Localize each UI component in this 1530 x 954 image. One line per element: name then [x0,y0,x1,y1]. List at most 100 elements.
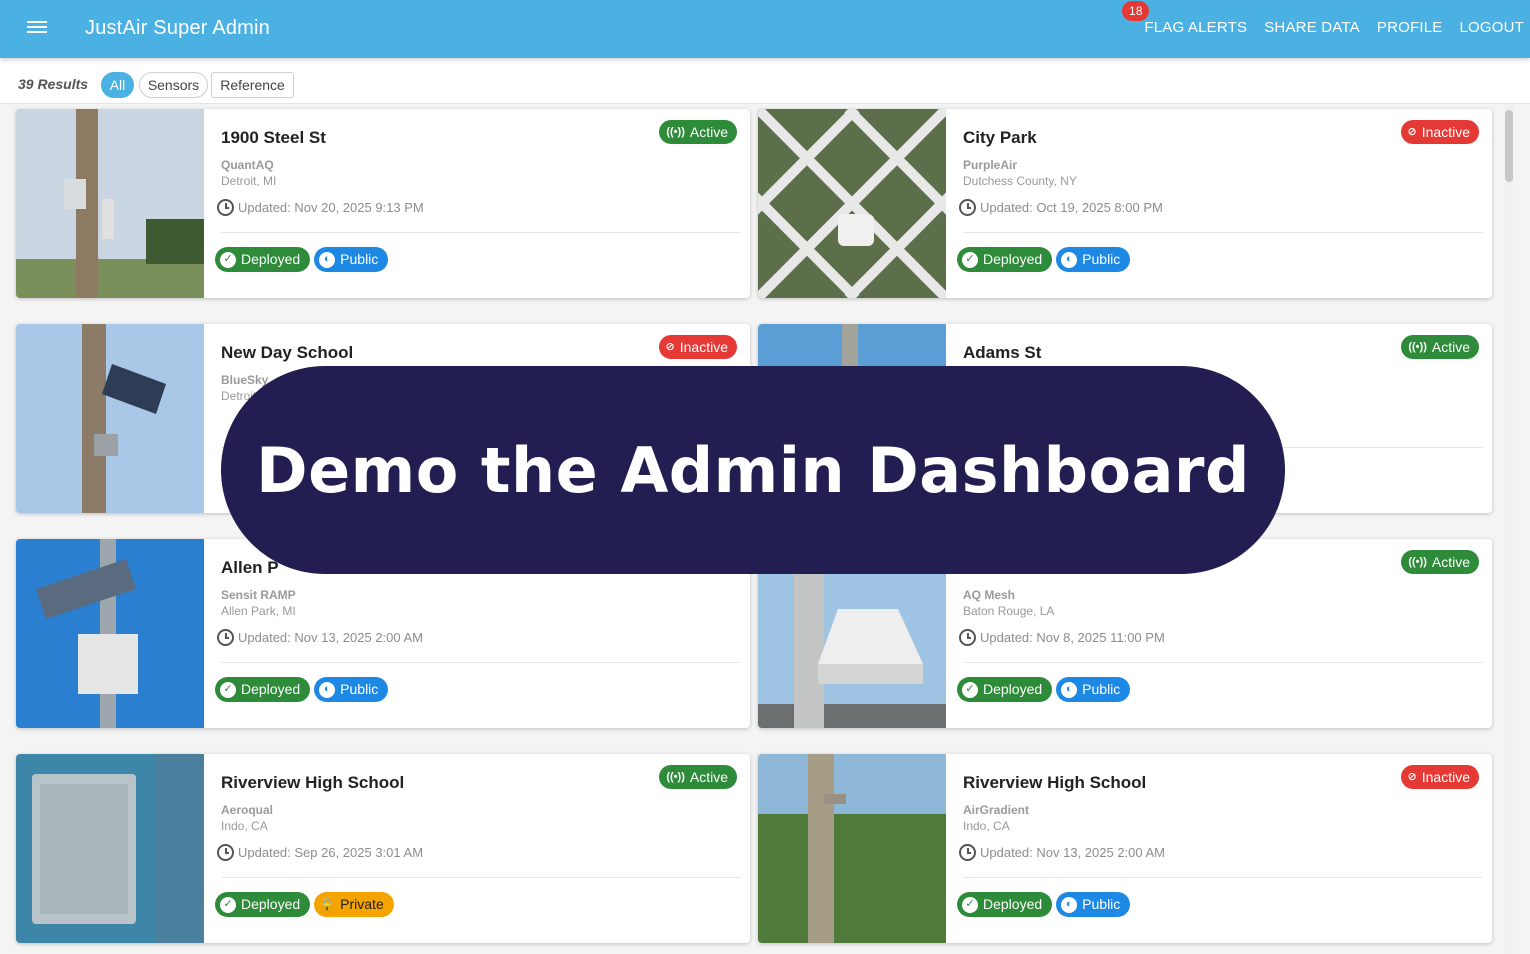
sensor-vendor: BlueSky [221,373,269,387]
results-count: 39 Results [18,76,89,92]
top-nav: 18 FLAG ALERTS SHARE DATA PROFILE LOGOUT [1122,1,1524,36]
sensor-card[interactable]: Riverview High School AirGradient Indo, … [758,754,1492,943]
updated-text: Updated: Oct 19, 2025 8:00 PM [980,200,1163,215]
card-chips: ✓ Deployed ◐ Public [957,892,1131,917]
signal-icon: ((•)) [666,771,685,783]
sensor-photo [16,539,204,728]
sensor-location: Indo, CA [221,819,268,833]
sensor-vendor: PurpleAir [963,158,1018,172]
filter-sensors-chip[interactable]: Sensors [139,72,208,98]
sensor-card[interactable]: Riverview High School Aeroqual Indo, CA … [16,754,750,943]
sensor-card[interactable]: 1900 Steel St QuantAQ Detroit, MI Update… [16,109,750,298]
deployed-chip: ✓ Deployed [957,677,1053,702]
updated-row: Updated: Nov 13, 2025 2:00 AM [959,844,1165,861]
updated-row: Updated: Nov 8, 2025 11:00 PM [959,629,1165,646]
sensor-photo [16,109,204,298]
demo-banner: Demo the Admin Dashboard [221,366,1285,574]
status-badge: ((•)) Active [659,120,737,144]
public-chip: ◐ Public [314,677,389,702]
no-signal-icon: ⊘ [1407,771,1417,783]
menu-icon[interactable] [27,18,51,40]
sensor-location: Dutchess County, NY [963,174,1077,188]
deployed-chip: ✓ Deployed [215,677,311,702]
divider [221,232,741,233]
globe-icon: ◐ [1061,896,1078,913]
filter-all-chip[interactable]: All [101,72,134,98]
check-circle-icon: ✓ [962,681,978,698]
demo-banner-text: Demo the Admin Dashboard [256,433,1250,507]
updated-text: Updated: Nov 8, 2025 11:00 PM [980,630,1165,645]
public-chip: ◐ Public [314,247,389,272]
signal-icon: ((•)) [1408,341,1427,353]
no-signal-icon: ⊘ [1407,126,1417,138]
divider [963,232,1483,233]
nav-logout[interactable]: LOGOUT [1459,19,1524,36]
sensor-photo [16,324,204,513]
nav-flag-alerts[interactable]: 18 FLAG ALERTS [1122,1,1247,36]
app-bar: JustAir Super Admin 18 FLAG ALERTS SHARE … [0,0,1530,58]
public-chip: ◐ Public [1056,247,1131,272]
no-signal-icon: ⊘ [665,341,675,353]
sensor-name: Adams St [963,343,1042,362]
globe-icon: ◐ [319,251,336,268]
sensor-location: Detroit, MI [221,174,277,188]
filter-reference-chip[interactable]: Reference [211,72,294,98]
check-circle-icon: ✓ [220,251,236,268]
clock-icon [959,199,976,216]
updated-text: Updated: Nov 20, 2025 9:13 PM [238,200,424,215]
signal-icon: ((•)) [666,126,685,138]
divider [963,662,1483,663]
nav-share-data[interactable]: SHARE DATA [1264,19,1360,36]
lock-icon: 🔒 [319,897,336,912]
clock-icon [959,629,976,646]
globe-icon: ◐ [1061,251,1078,268]
card-chips: ✓ Deployed ◐ Public [957,677,1131,702]
check-circle-icon: ✓ [220,681,236,698]
flag-alerts-badge: 18 [1122,1,1150,21]
sensor-name: Riverview High School [963,773,1147,792]
clock-icon [217,199,234,216]
updated-text: Updated: Nov 13, 2025 2:00 AM [238,630,424,645]
deployed-chip: ✓ Deployed [957,247,1053,272]
sensor-vendor: AQ Mesh [963,588,1016,602]
clock-icon [959,844,976,861]
status-badge: ⊘ Inactive [658,335,737,359]
updated-text: Updated: Sep 26, 2025 3:01 AM [238,845,424,860]
check-circle-icon: ✓ [962,251,978,268]
status-badge: ((•)) Active [1401,550,1479,574]
card-chips: ✓ Deployed ◐ Public [215,247,389,272]
status-badge: ((•)) Active [1401,335,1479,359]
sensor-name: New Day School [221,343,354,362]
check-circle-icon: ✓ [962,896,978,913]
status-badge: ((•)) Active [659,765,737,789]
deployed-chip: ✓ Deployed [215,892,311,917]
sensor-name: City Park [963,128,1037,147]
updated-row: Updated: Nov 13, 2025 2:00 AM [217,629,423,646]
clock-icon [217,629,234,646]
sensor-photo [758,754,946,943]
sensor-vendor: Aeroqual [221,803,274,817]
divider [963,877,1483,878]
updated-row: Updated: Nov 20, 2025 9:13 PM [217,199,424,216]
sensor-location: Allen Park, MI [221,604,296,618]
sensor-photo [16,754,204,943]
public-chip: ◐ Public [1056,677,1131,702]
deployed-chip: ✓ Deployed [215,247,311,272]
card-chips: ✓ Deployed ◐ Public [215,677,389,702]
nav-profile[interactable]: PROFILE [1377,19,1443,36]
divider [221,877,741,878]
sensor-card[interactable]: City Park PurpleAir Dutchess County, NY … [758,109,1492,298]
status-badge: ⊘ Inactive [1400,120,1479,144]
card-chips: ✓ Deployed 🔒 Private [215,892,394,917]
sensor-location: Indo, CA [963,819,1010,833]
sensor-vendor: Sensit RAMP [221,588,296,602]
updated-row: Updated: Sep 26, 2025 3:01 AM [217,844,423,861]
scrollbar-thumb[interactable] [1505,110,1513,182]
divider [221,662,741,663]
status-badge: ⊘ Inactive [1400,765,1479,789]
globe-icon: ◐ [319,681,336,698]
updated-row: Updated: Oct 19, 2025 8:00 PM [959,199,1163,216]
scrollbar[interactable] [1505,104,1513,954]
sensor-photo [758,109,946,298]
card-chips: ✓ Deployed ◐ Public [957,247,1131,272]
